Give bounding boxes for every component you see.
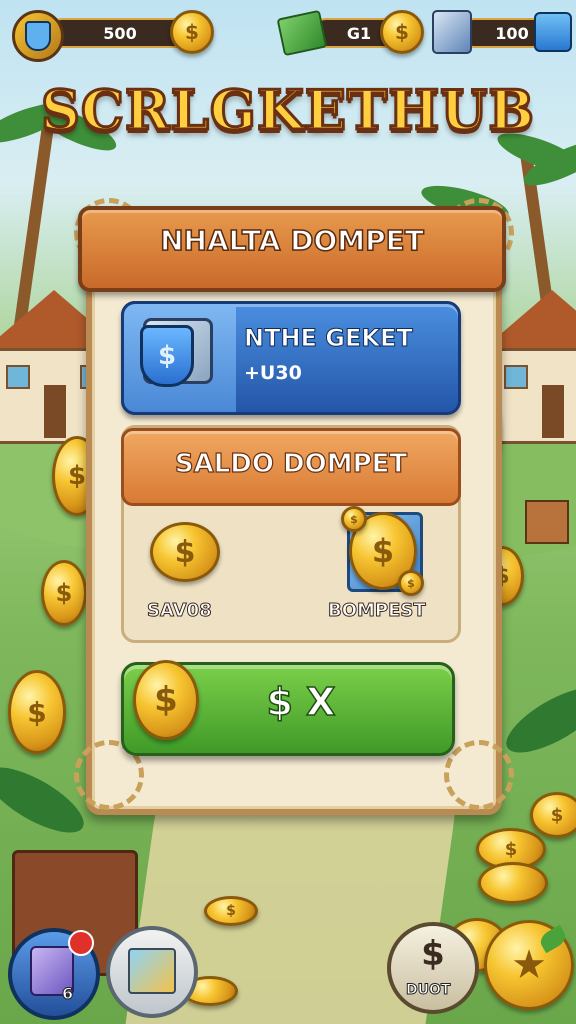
ticket-title: NTHE GEKET	[244, 324, 414, 353]
cash-stack-icon	[276, 9, 328, 57]
notification-badge	[68, 930, 94, 956]
box-icon	[128, 948, 176, 994]
coin-stack-icon	[478, 862, 548, 904]
item-label: BOMPEST	[328, 600, 427, 622]
duot-button[interactable]: $	[387, 922, 479, 1014]
coin-stack-icon: $	[530, 792, 576, 838]
coin-icon: $	[170, 10, 214, 54]
saldo-header-title: SALDO DOMPET	[174, 448, 408, 479]
dollar-icon: $	[421, 934, 445, 974]
resource-counter-2[interactable]: G1 $	[276, 9, 424, 57]
sign-post	[525, 500, 569, 544]
ground-coin-icon: $	[204, 896, 258, 926]
panel-header-title: NHALTA DOMPET	[159, 223, 424, 258]
resource-counter-1[interactable]: 500 $	[10, 10, 214, 62]
shield-dollar-icon: $	[140, 325, 194, 387]
gold-coin-icon[interactable]: $	[150, 522, 220, 582]
item-label: SAV08	[147, 600, 213, 622]
game-title: SCRLGKETHUB	[40, 77, 536, 144]
foreground-leaf	[497, 675, 576, 765]
card-wallet-icon	[432, 10, 472, 54]
floating-coin-icon: $	[8, 670, 66, 754]
floating-coin-icon: $	[41, 560, 87, 626]
village-house	[482, 290, 576, 444]
small-coin-icon: $	[341, 506, 367, 532]
inventory-count: 6	[61, 984, 74, 1004]
duot-label: DUOT	[405, 982, 451, 999]
inventory-button[interactable]	[8, 928, 100, 1020]
shield-wallet-icon	[12, 10, 64, 62]
coin-icon: $	[380, 10, 424, 54]
shop-button[interactable]	[106, 926, 198, 1018]
small-coin-icon: $	[398, 570, 424, 596]
resource-counter-3[interactable]: 100	[430, 10, 572, 54]
button-coin-icon: $	[133, 660, 199, 740]
rope-decoration	[444, 740, 514, 810]
add-button-icon[interactable]	[534, 12, 572, 52]
ticket-subtitle: +U30	[244, 362, 302, 384]
